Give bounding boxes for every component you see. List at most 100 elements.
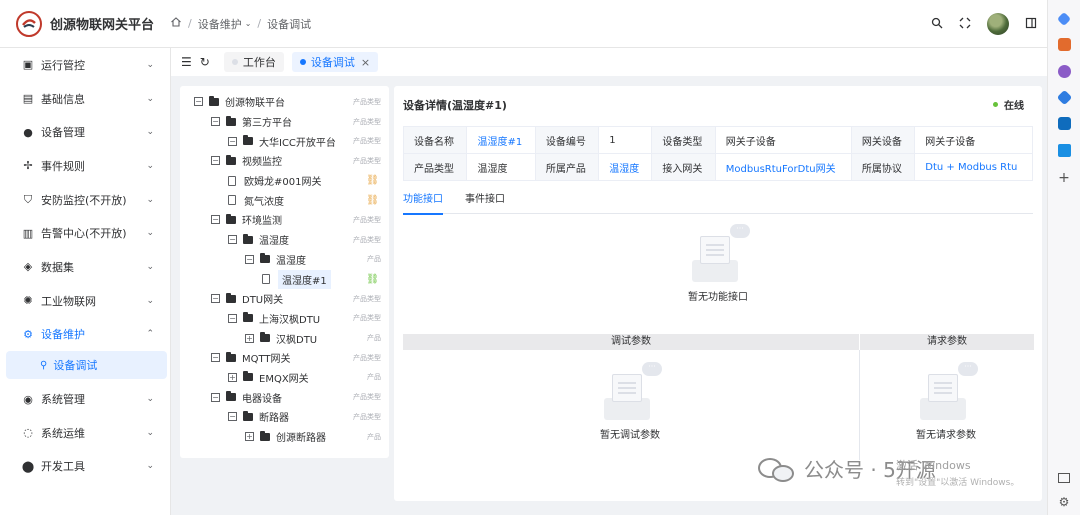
info-value[interactable]: Dtu + Modbus Rtu bbox=[914, 153, 1033, 181]
sidebar-item-device-mgmt[interactable]: ● 设备管理 ⌄ bbox=[0, 115, 170, 149]
sidebar-item-security[interactable]: ⛉ 安防监控(不开放) ⌄ bbox=[0, 183, 170, 217]
tree-node-label: 汉枫DTU bbox=[276, 334, 318, 346]
tree-node[interactable]: 氮气浓度 ⛓ bbox=[180, 190, 389, 210]
tab-event-interface[interactable]: 事件接口 bbox=[465, 192, 505, 214]
link-connected-icon: ⛓ bbox=[366, 273, 379, 285]
expand-icon[interactable]: + bbox=[245, 432, 254, 442]
breadcrumb-item[interactable]: 设备维护 bbox=[198, 16, 242, 32]
collapse-icon[interactable]: − bbox=[228, 412, 237, 422]
tabs-bar: ☰ ↻ 工作台 设备调试 × bbox=[171, 48, 1047, 76]
tree-node[interactable]: − 上海汉枫DTU 产品类型 bbox=[180, 309, 389, 329]
shield-icon: ⛉ bbox=[23, 192, 33, 206]
settings-gear-icon[interactable]: ⚙ bbox=[1059, 495, 1070, 509]
collapse-icon[interactable]: − bbox=[194, 97, 203, 107]
folder-icon bbox=[243, 410, 253, 421]
tree-node[interactable]: − 断路器 产品类型 bbox=[180, 407, 389, 427]
tree-node[interactable]: − 温湿度 产品类型 bbox=[180, 230, 389, 250]
add-icon[interactable]: + bbox=[1058, 171, 1070, 185]
sidebar-item-alarm[interactable]: ▥ 告警中心(不开放) ⌄ bbox=[0, 216, 170, 250]
empty-function: ··· 暂无功能接口 bbox=[686, 224, 750, 303]
tree-node[interactable]: − 电器设备 产品类型 bbox=[180, 387, 389, 407]
status-text: 在线 bbox=[1004, 101, 1024, 112]
sidebar-item-device-maint[interactable]: ⚙ 设备维护 ⌃ bbox=[0, 318, 170, 352]
sidebar-item-dev-tools[interactable]: ⬤ 开发工具 ⌄ bbox=[0, 450, 170, 484]
refresh-icon[interactable]: ↻ bbox=[200, 55, 210, 69]
node-type-tag: 产品 bbox=[367, 334, 381, 343]
tree-node-label: 氮气浓度 bbox=[244, 196, 284, 208]
sidebar-item-iiot[interactable]: ✺ 工业物联网 ⌄ bbox=[0, 284, 170, 318]
collapse-icon[interactable]: − bbox=[228, 235, 237, 245]
tree-node[interactable]: − 温湿度 产品 bbox=[180, 250, 389, 270]
collapse-icon[interactable]: − bbox=[228, 313, 237, 323]
chevron-down-icon: ⌄ bbox=[146, 228, 154, 239]
collapse-icon[interactable]: − bbox=[245, 254, 254, 264]
close-icon[interactable]: × bbox=[361, 56, 370, 69]
tree-node[interactable]: − 第三方平台 产品类型 bbox=[180, 112, 389, 132]
info-value[interactable]: 温湿度#1 bbox=[466, 126, 536, 154]
collapse-icon[interactable]: − bbox=[211, 215, 220, 225]
briefcase-icon[interactable] bbox=[1057, 38, 1071, 51]
tab-workbench[interactable]: 工作台 bbox=[223, 52, 284, 72]
tree-node[interactable]: 欧姆龙#001网关 ⛓ bbox=[180, 171, 389, 191]
tree-node[interactable]: − 大华ICC开放平台 产品类型 bbox=[180, 131, 389, 151]
layout-icon[interactable] bbox=[1025, 17, 1037, 32]
divider bbox=[859, 350, 860, 460]
avatar[interactable] bbox=[987, 13, 1009, 35]
sidebar-item-label: 设备维护 bbox=[41, 328, 85, 342]
tab-function-interface[interactable]: 功能接口 bbox=[403, 192, 443, 215]
tab-device-debug[interactable]: 设备调试 × bbox=[291, 52, 379, 72]
folder-icon bbox=[243, 233, 253, 244]
sidebar-subitem-device-debug[interactable]: ⚲ 设备调试 bbox=[6, 351, 167, 380]
copilot-icon[interactable] bbox=[1056, 89, 1072, 106]
search-icon[interactable] bbox=[931, 17, 943, 32]
sidebar-item-basic-info[interactable]: ▤ 基础信息 ⌄ bbox=[0, 82, 170, 116]
sidebar-item-system-ops[interactable]: ◌ 系统运维 ⌄ bbox=[0, 416, 170, 450]
sidebar-item-label: 事件规则 bbox=[41, 159, 85, 173]
document-icon bbox=[262, 274, 270, 285]
tag-icon[interactable] bbox=[1056, 11, 1072, 27]
tree-node-label: 温湿度#1 bbox=[278, 269, 331, 289]
expand-icon[interactable]: + bbox=[245, 333, 254, 343]
tree-node[interactable]: − 视频监控 产品类型 bbox=[180, 151, 389, 171]
collapse-icon[interactable]: − bbox=[211, 353, 220, 363]
tree-node[interactable]: + 创源断路器 产品 bbox=[180, 427, 389, 447]
tree-node[interactable]: − 环境监测 产品类型 bbox=[180, 210, 389, 230]
tree-node[interactable]: − MQTT网关 产品类型 bbox=[180, 348, 389, 368]
tab-label: 工作台 bbox=[242, 56, 276, 69]
node-type-tag: 产品类型 bbox=[353, 235, 381, 244]
send-icon[interactable] bbox=[1057, 144, 1071, 157]
home-icon[interactable] bbox=[170, 16, 182, 31]
tree-node-label: 创源断路器 bbox=[276, 433, 326, 445]
menu-fold-icon[interactable]: ☰ bbox=[181, 55, 192, 69]
folder-icon bbox=[226, 213, 236, 224]
collapse-icon[interactable]: − bbox=[211, 117, 220, 127]
detail-tabs: 功能接口 事件接口 bbox=[403, 192, 1033, 215]
info-value[interactable]: ModbusRtuForDtu网关 bbox=[714, 153, 852, 181]
status-badge: 在线 bbox=[993, 97, 1024, 112]
outlook-icon[interactable] bbox=[1057, 117, 1071, 130]
people-icon[interactable] bbox=[1057, 65, 1071, 78]
collapse-icon[interactable]: − bbox=[211, 392, 220, 402]
sidebar-item-system-mgmt[interactable]: ◉ 系统管理 ⌄ bbox=[0, 382, 170, 416]
expand-icon[interactable]: + bbox=[228, 372, 237, 382]
folder-icon bbox=[226, 351, 236, 362]
tree-node[interactable]: 温湿度#1 ⛓ bbox=[180, 269, 389, 289]
info-value[interactable]: 温湿度 bbox=[598, 153, 653, 181]
link-broken-icon: ⛓ bbox=[366, 175, 379, 187]
tree-node[interactable]: + 汉枫DTU 产品 bbox=[180, 328, 389, 348]
sidebar-item-operation[interactable]: ▣ 运行管控 ⌄ bbox=[0, 48, 170, 82]
sidebar-item-event-rules[interactable]: ✢ 事件规则 ⌄ bbox=[0, 149, 170, 183]
fullscreen-icon[interactable] bbox=[959, 17, 971, 32]
info-value: 网关子设备 bbox=[914, 126, 1033, 154]
panel-icon[interactable] bbox=[1058, 473, 1070, 483]
collapse-icon[interactable]: − bbox=[211, 294, 220, 304]
collapse-icon[interactable]: − bbox=[211, 156, 220, 166]
tree-node[interactable]: − 创源物联平台 产品类型 bbox=[180, 92, 389, 112]
empty-debug-text: 暂无调试参数 bbox=[600, 430, 660, 441]
tree-node[interactable]: + EMQX网关 产品 bbox=[180, 368, 389, 388]
logo[interactable]: 创源物联网关平台 bbox=[0, 10, 170, 37]
tree-node[interactable]: − DTU网关 产品类型 bbox=[180, 289, 389, 309]
chevron-down-icon: ⌄ bbox=[146, 127, 154, 138]
collapse-icon[interactable]: − bbox=[228, 136, 237, 146]
sidebar-item-dataset[interactable]: ◈ 数据集 ⌄ bbox=[0, 250, 170, 284]
